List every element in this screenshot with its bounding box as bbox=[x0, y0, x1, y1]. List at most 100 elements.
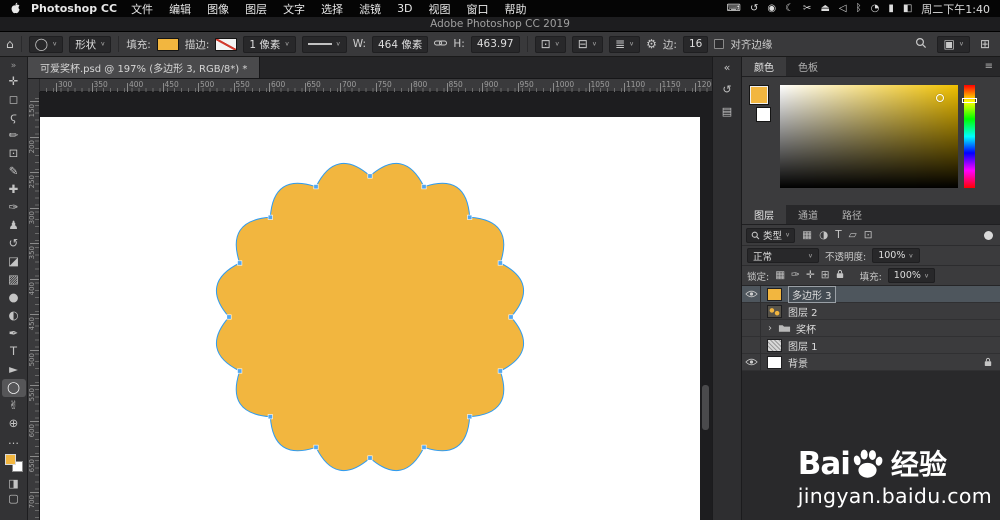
visibility-toggle[interactable] bbox=[742, 353, 761, 371]
bluetooth-icon[interactable]: ᛒ bbox=[856, 3, 862, 14]
scissors-icon[interactable]: ✂ bbox=[803, 3, 811, 14]
layer-thumbnail[interactable] bbox=[767, 287, 782, 301]
fill-color-swatch[interactable] bbox=[156, 37, 179, 51]
foreground-color-chip[interactable] bbox=[4, 454, 16, 465]
lock-all-icon[interactable] bbox=[836, 269, 844, 282]
ruler-corner[interactable] bbox=[28, 79, 40, 92]
menu-文件[interactable]: 文件 bbox=[123, 1, 161, 17]
horizontal-ruler[interactable]: 300 350 400 450 500 550 600 650 700 750 800 850 900 9… bbox=[40, 79, 712, 92]
menu-3D[interactable]: 3D bbox=[389, 2, 420, 15]
screen-mode-icon[interactable]: ▢ bbox=[8, 491, 18, 506]
hue-slider-marker[interactable] bbox=[962, 98, 977, 103]
layer-filter-toggle[interactable] bbox=[984, 230, 993, 240]
anchor-point[interactable] bbox=[313, 444, 319, 450]
hand-tool[interactable]: ✌ bbox=[2, 397, 26, 415]
stroke-color-swatch[interactable] bbox=[215, 37, 238, 51]
layer-row-polygon-3[interactable]: 多边形 3 bbox=[742, 285, 1000, 303]
layer-thumbnail[interactable] bbox=[767, 355, 782, 369]
collapse-dock-icon[interactable]: « bbox=[724, 62, 731, 73]
anchor-point[interactable] bbox=[497, 368, 503, 374]
lock-position-icon[interactable]: ✛ bbox=[806, 270, 815, 281]
menu-滤镜[interactable]: 滤镜 bbox=[351, 1, 389, 17]
filter-type-layers-icon[interactable]: T bbox=[835, 230, 841, 241]
vertical-ruler[interactable]: 150 200 250 300 350 400 450 500 550 600 650 700 bbox=[28, 92, 40, 520]
layer-name[interactable]: 图层 2 bbox=[788, 304, 818, 319]
history-panel-icon[interactable]: ↺ bbox=[722, 84, 731, 95]
path-operations-dropdown[interactable]: ⊡ ∨ bbox=[534, 35, 566, 53]
moon-icon[interactable]: ☾ bbox=[785, 3, 794, 14]
marquee-tool[interactable]: ◻ bbox=[2, 91, 26, 109]
stroke-width-input[interactable]: 1 像素 ∨ bbox=[243, 35, 296, 53]
zoom-tool[interactable]: ⊕ bbox=[2, 415, 26, 433]
anchor-point[interactable] bbox=[467, 214, 473, 220]
dodge-tool[interactable]: ◐ bbox=[2, 307, 26, 325]
type-tool[interactable]: T bbox=[2, 343, 26, 361]
toolbar-collapse-icon[interactable]: » bbox=[11, 59, 17, 73]
saturation-brightness-field[interactable] bbox=[780, 85, 958, 188]
camera-icon[interactable]: ◉ bbox=[767, 3, 776, 14]
control-center-icon[interactable]: ◧ bbox=[903, 3, 912, 14]
foreground-background-swatches[interactable] bbox=[4, 453, 24, 473]
clone-stamp-tool[interactable]: ♟ bbox=[2, 217, 26, 235]
panel-menu-icon[interactable]: ≡ bbox=[985, 61, 993, 72]
visibility-toggle[interactable] bbox=[742, 302, 761, 320]
eyedropper-tool[interactable]: ✎ bbox=[2, 163, 26, 181]
move-tool[interactable]: ✛ bbox=[2, 73, 26, 91]
battery-icon[interactable]: ▮ bbox=[888, 3, 894, 14]
sync-icon[interactable]: ↺ bbox=[750, 3, 758, 14]
blur-tool[interactable]: ● bbox=[2, 289, 26, 307]
tab-color[interactable]: 颜色 bbox=[742, 57, 786, 76]
pen-tool[interactable]: ✒ bbox=[2, 325, 26, 343]
layer-row-background[interactable]: 背景 bbox=[742, 353, 1000, 371]
anchor-point[interactable] bbox=[497, 260, 503, 266]
eject-icon[interactable]: ⏏ bbox=[820, 3, 829, 14]
tool-mode-dropdown[interactable]: 形状 ∨ bbox=[69, 35, 112, 53]
visibility-toggle[interactable] bbox=[742, 319, 761, 337]
history-brush-tool[interactable]: ↺ bbox=[2, 235, 26, 253]
foreground-color-swatch[interactable] bbox=[749, 85, 769, 105]
stroke-style-dropdown[interactable]: ∨ bbox=[301, 35, 347, 53]
lock-image-pixels-icon[interactable]: ✑ bbox=[791, 270, 800, 281]
menu-图像[interactable]: 图像 bbox=[199, 1, 237, 17]
active-app-name[interactable]: Photoshop CC bbox=[31, 2, 117, 15]
anchor-point[interactable] bbox=[421, 184, 427, 190]
anchor-point[interactable] bbox=[508, 314, 514, 320]
eraser-tool[interactable]: ◪ bbox=[2, 253, 26, 271]
background-color-swatch[interactable] bbox=[756, 107, 771, 122]
home-icon[interactable]: ⌂ bbox=[6, 38, 14, 50]
shape-settings-gear-icon[interactable]: ⚙ bbox=[646, 38, 657, 50]
tab-channels[interactable]: 通道 bbox=[786, 205, 830, 224]
canvas-scrollbar-thumb[interactable] bbox=[702, 385, 709, 430]
anchor-point[interactable] bbox=[467, 414, 473, 420]
menu-窗口[interactable]: 窗口 bbox=[459, 1, 497, 17]
healing-brush-tool[interactable]: ✚ bbox=[2, 181, 26, 199]
layer-name[interactable]: 图层 1 bbox=[788, 338, 818, 353]
crop-tool[interactable]: ⊡ bbox=[2, 145, 26, 163]
path-alignment-dropdown[interactable]: ⊟ ∨ bbox=[571, 35, 603, 53]
anchor-point[interactable] bbox=[237, 368, 243, 374]
workspace-dropdown[interactable]: ▣ ∨ bbox=[937, 35, 970, 53]
layer-name[interactable]: 奖杯 bbox=[796, 321, 816, 336]
shape-tool[interactable]: ◯ bbox=[1, 379, 26, 397]
lock-artboard-icon[interactable]: ⊞ bbox=[821, 270, 830, 281]
polygon-shape-path[interactable] bbox=[215, 162, 525, 472]
document-tab[interactable]: 可爱奖杯.psd @ 197% (多边形 3, RGB/8*) * bbox=[28, 57, 261, 78]
anchor-point[interactable] bbox=[421, 444, 427, 450]
menu-选择[interactable]: 选择 bbox=[313, 1, 351, 17]
anchor-point[interactable] bbox=[367, 173, 373, 179]
filter-shape-layers-icon[interactable]: ▱ bbox=[849, 230, 857, 241]
tab-paths[interactable]: 路径 bbox=[830, 205, 874, 224]
anchor-point[interactable] bbox=[367, 455, 373, 461]
sides-input[interactable]: 16 bbox=[682, 35, 709, 53]
edit-toolbar-icon[interactable]: … bbox=[8, 433, 19, 448]
hue-slider[interactable] bbox=[962, 85, 977, 188]
canvas-pasteboard[interactable]: 150 200 250 300 350 400 450 500 550 600 650 700 bbox=[28, 92, 712, 520]
path-selection-tool[interactable]: ► bbox=[2, 361, 26, 379]
quick-selection-tool[interactable]: ✏ bbox=[2, 127, 26, 145]
group-disclosure-icon[interactable]: › bbox=[765, 323, 775, 334]
link-dimensions-icon[interactable] bbox=[434, 38, 448, 50]
visibility-toggle[interactable] bbox=[742, 285, 761, 303]
filter-pixel-layers-icon[interactable]: ▦ bbox=[802, 230, 812, 241]
path-arrange-dropdown[interactable]: ≣ ∨ bbox=[608, 35, 641, 53]
visibility-toggle[interactable] bbox=[742, 336, 761, 354]
